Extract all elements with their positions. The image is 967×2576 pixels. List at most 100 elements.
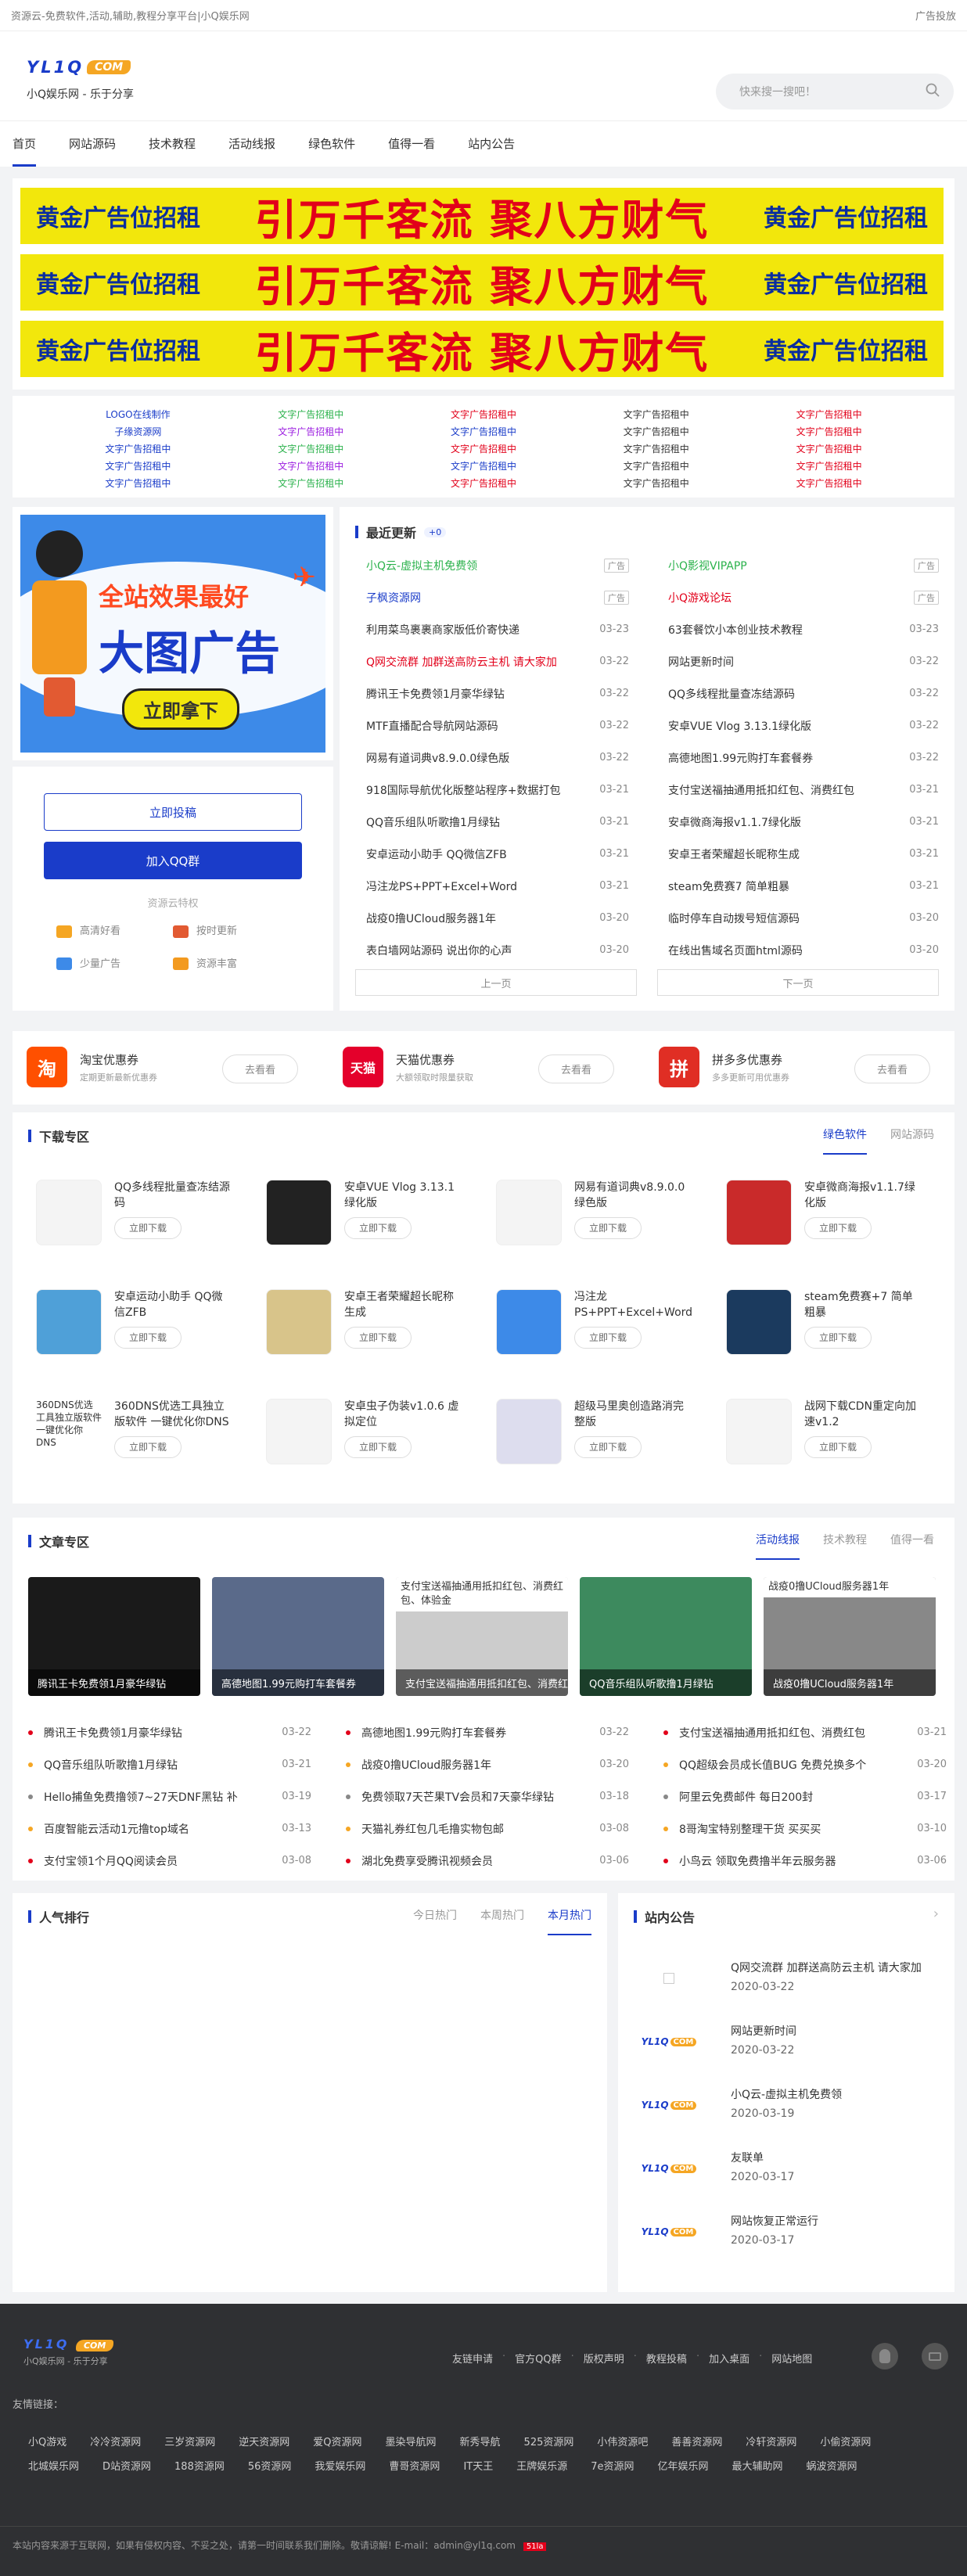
news-title[interactable]: 小Q云-虚拟主机免费领	[355, 558, 477, 573]
notice-title-text[interactable]: Q网交流群 加群送高防云主机 请大家加	[731, 1959, 934, 1978]
article-item-title[interactable]: 战疫0撸UCloud服务器1年	[361, 1757, 491, 1773]
tab-month[interactable]: 本月热门	[548, 1907, 591, 1935]
footer-link[interactable]: 教程投稿	[646, 2351, 687, 2366]
notice-title-text[interactable]: 网站恢复正常运行	[731, 2212, 934, 2231]
text-link[interactable]: 文字广告招租中	[570, 476, 742, 491]
download-item[interactable]: steam免费赛+7 简单粗暴 立即下载	[714, 1277, 940, 1386]
download-button[interactable]: 立即下载	[344, 1436, 412, 1458]
friend-link[interactable]: 我爱娱乐网	[315, 2458, 365, 2473]
text-link[interactable]: 文字广告招租中	[52, 441, 225, 457]
download-thumb[interactable]	[266, 1289, 332, 1355]
tab-source[interactable]: 网站源码	[890, 1126, 934, 1155]
news-item[interactable]: 在线出售域名页面html源码 03-20	[657, 934, 939, 966]
news-item[interactable]: QQ多线程批量查冻结源码 03-22	[657, 677, 939, 710]
nav-home[interactable]: 首页	[13, 121, 37, 167]
text-link[interactable]: 文字广告招租中	[570, 441, 742, 457]
search-icon[interactable]	[926, 83, 940, 100]
article-card[interactable]: QQ音乐组队听歌撸1月绿钻	[580, 1577, 752, 1696]
text-link[interactable]: 文字广告招租中	[742, 458, 915, 474]
ad-link[interactable]: 广告投放	[915, 8, 956, 23]
news-title[interactable]: steam免费赛7 简单粗暴	[657, 878, 789, 894]
download-name[interactable]: 网易有道词典v8.9.0.0绿色版	[574, 1180, 692, 1211]
friend-link[interactable]: 小伟资源吧	[597, 2434, 648, 2448]
download-item[interactable]: 安卓虫子伪装v1.0.6 虚拟定位 立即下载	[253, 1386, 480, 1496]
news-item[interactable]: 小Q云-虚拟主机免费领 广告	[355, 549, 629, 581]
tab-worth[interactable]: 值得一看	[890, 1532, 934, 1560]
search-input[interactable]: 快来搜一搜吧！	[739, 84, 816, 99]
friend-link[interactable]: 最大辅助网	[732, 2458, 783, 2473]
news-item[interactable]: steam免费赛7 简单粗暴 03-21	[657, 870, 939, 902]
download-button[interactable]: 立即下载	[574, 1217, 642, 1239]
footer-link[interactable]: 友链申请	[452, 2351, 493, 2366]
friend-link[interactable]: 7e资源网	[591, 2458, 634, 2473]
footer-link[interactable]: 网站地图	[771, 2351, 812, 2366]
news-title[interactable]: 冯注龙PS+PPT+Excel+Word	[355, 878, 517, 894]
download-button[interactable]: 立即下载	[114, 1217, 182, 1239]
download-name[interactable]: 安卓VUE Vlog 3.13.1绿化版	[344, 1180, 462, 1211]
notice-item[interactable]: Q网交流群 加群送高防云主机 请大家加 2020-03-22	[634, 1959, 939, 1998]
article-item[interactable]: QQ音乐组队听歌撸1月绿钻 03-21	[28, 1748, 311, 1780]
download-thumb[interactable]: 360DNS优选工具独立版软件 一键优化你DNS	[36, 1399, 102, 1464]
news-item[interactable]: 战疫0撸UCloud服务器1年 03-20	[355, 902, 629, 934]
news-item[interactable]: Q网交流群 加群送高防云主机 请大家加 03-22	[355, 645, 629, 677]
download-item[interactable]: 安卓运动小助手 QQ微信ZFB 立即下载	[23, 1277, 250, 1386]
download-item[interactable]: 安卓王者荣耀超长昵称生成立即下载	[253, 1277, 480, 1386]
nav-software[interactable]: 绿色软件	[308, 121, 355, 167]
news-item[interactable]: 安卓VUE Vlog 3.13.1绿化版 03-22	[657, 710, 939, 742]
article-item-title[interactable]: 8哥淘宝特别整理干货 买买买	[679, 1821, 821, 1837]
article-item-title[interactable]: 百度智能云活动1元撸top域名	[44, 1821, 189, 1837]
text-link[interactable]: 文字广告招租中	[397, 458, 570, 474]
article-card[interactable]: 腾讯王卡免费领1月豪华绿钻	[28, 1577, 200, 1696]
news-item[interactable]: QQ音乐组队听歌撸1月绿钻 03-21	[355, 806, 629, 838]
news-title[interactable]: 腾讯王卡免费领1月豪华绿钻	[355, 686, 505, 702]
text-link[interactable]: 文字广告招租中	[225, 441, 397, 457]
news-title[interactable]: 安卓王者荣耀超长昵称生成	[657, 846, 800, 862]
text-link[interactable]: 文字广告招租中	[570, 458, 742, 474]
coupon-card[interactable]: 天猫 天猫优惠券 大额领取时限量获取 去看看	[343, 1047, 640, 1087]
article-card[interactable]: 高德地图1.99元购打车套餐券	[212, 1577, 384, 1696]
news-title[interactable]: 利用菜鸟裹裹商家版低价寄快递	[355, 622, 519, 638]
article-card[interactable]: 支付宝送福抽通用抵扣红包、消费红包、体验金支付宝送福抽通用抵扣红包、消费红包、体…	[396, 1577, 568, 1696]
download-name[interactable]: 安卓王者荣耀超长昵称生成	[344, 1289, 462, 1320]
prev-page-button[interactable]: 上一页	[355, 969, 637, 996]
download-item[interactable]: 360DNS优选工具独立版软件 一键优化你DNS 360DNS优选工具独立版软件 …	[23, 1386, 250, 1496]
article-item-title[interactable]: 湖北免费享受腾讯视频会员	[361, 1853, 493, 1869]
download-button[interactable]: 立即下载	[804, 1217, 872, 1239]
coupon-button[interactable]: 去看看	[854, 1054, 931, 1083]
download-item[interactable]: 冯注龙PS+PPT+Excel+Word 立即下载	[483, 1277, 710, 1386]
news-item[interactable]: 表白墙网站源码 说出你的心声 03-20	[355, 934, 629, 966]
news-item[interactable]: 小Q影视VIPAPP 广告	[657, 549, 939, 581]
download-thumb[interactable]	[36, 1180, 102, 1245]
news-title[interactable]: 安卓VUE Vlog 3.13.1绿化版	[657, 718, 811, 734]
nav-worth[interactable]: 值得一看	[388, 121, 435, 167]
news-item[interactable]: 子枫资源网 广告	[355, 581, 629, 613]
big-ad-panel[interactable]: 全站效果最好 大图广告 立即拿下 ✈	[13, 507, 333, 760]
article-item-title[interactable]: 阿里云免费邮件 每日200封	[679, 1789, 813, 1805]
article-item-title[interactable]: Hello捕鱼免费撸领7~27天DNF黑钻 补	[44, 1789, 238, 1805]
notice-item[interactable]: YL1Q COM 网站恢复正常运行 2020-03-17	[634, 2212, 939, 2251]
news-title[interactable]: QQ音乐组队听歌撸1月绿钻	[355, 814, 500, 830]
article-item[interactable]: Hello捕鱼免费撸领7~27天DNF黑钻 补 03-19	[28, 1780, 311, 1813]
download-name[interactable]: 360DNS优选工具独立版软件 一键优化你DNS	[114, 1399, 232, 1430]
news-title[interactable]: 网易有道词典v8.9.0.0绿色版	[355, 750, 509, 766]
text-link[interactable]: 文字广告招租中	[397, 441, 570, 457]
text-link[interactable]: 文字广告招租中	[397, 476, 570, 491]
mail-icon[interactable]	[922, 2343, 948, 2369]
notice-title-text[interactable]: 友联单	[731, 2149, 934, 2168]
text-link[interactable]: 文字广告招租中	[742, 407, 915, 422]
download-name[interactable]: 冯注龙PS+PPT+Excel+Word	[574, 1289, 692, 1320]
news-item[interactable]: 利用菜鸟裹裹商家版低价寄快递 03-23	[355, 613, 629, 645]
download-thumb[interactable]	[266, 1180, 332, 1245]
banner-ad-1[interactable]: 黄金广告位招租 引万千客流 聚八方财气 黄金广告位招租	[20, 188, 944, 245]
download-button[interactable]: 立即下载	[344, 1327, 412, 1349]
big-ad-image[interactable]: 全站效果最好 大图广告 立即拿下 ✈	[20, 515, 325, 753]
download-thumb[interactable]	[726, 1399, 792, 1464]
article-item[interactable]: 天猫礼券红包几毛撸实物包邮 03-08	[346, 1813, 629, 1845]
download-item[interactable]: 战网下载CDN重定向加速v1.2 立即下载	[714, 1386, 940, 1496]
friend-link[interactable]: 王牌娱乐源	[516, 2458, 567, 2473]
news-title[interactable]: MTF直播配合导航网站源码	[355, 718, 498, 734]
download-button[interactable]: 立即下载	[804, 1436, 872, 1458]
text-link[interactable]: 文字广告招租中	[397, 424, 570, 440]
news-title[interactable]: 63套餐饮小本创业技术教程	[657, 622, 803, 638]
nav-tutorial[interactable]: 技术教程	[149, 121, 196, 167]
